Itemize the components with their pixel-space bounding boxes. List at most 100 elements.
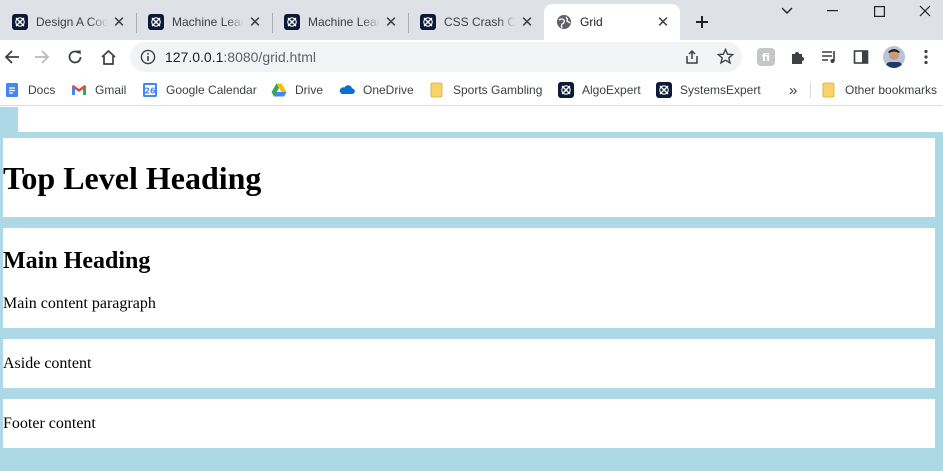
bookmarks-overflow-button[interactable]: »	[789, 80, 797, 100]
tab-title: Design A Code Editor	[36, 15, 108, 29]
bookmark-onedrive[interactable]: OneDrive	[339, 80, 414, 100]
star-icon[interactable]	[717, 48, 734, 65]
docs-icon	[6, 83, 18, 97]
bookmark-drive[interactable]: Drive	[271, 80, 323, 100]
bookmark-label: Drive	[295, 83, 324, 97]
algoexpert-icon	[148, 14, 164, 30]
back-button[interactable]	[0, 43, 26, 71]
info-icon[interactable]	[140, 49, 156, 65]
tab-machine-learning-2[interactable]: Machine Learning Expert ✕	[272, 4, 409, 40]
bookmark-systemsexpert[interactable]: SystemsExpert	[656, 80, 761, 100]
url-path: :8080/grid.html	[223, 49, 316, 65]
close-tab-icon[interactable]: ✕	[246, 13, 264, 31]
tab-grid[interactable]: Grid ✕	[544, 4, 680, 40]
plus-icon	[696, 16, 708, 28]
home-icon	[100, 49, 116, 65]
tab-css-crash-course[interactable]: CSS Crash Course ✕	[408, 4, 544, 40]
bookmark-label: SystemsExpert	[680, 83, 761, 97]
calendar-icon: 26	[143, 83, 157, 97]
bookmark-label: OneDrive	[363, 83, 414, 97]
maximize-button[interactable]	[862, 0, 896, 22]
bookmark-label: Gmail	[95, 83, 127, 97]
arrow-right-icon	[35, 50, 50, 64]
page-title: Top Level Heading	[3, 160, 262, 196]
tab-title: Grid	[580, 15, 603, 29]
onedrive-icon	[339, 85, 355, 94]
side-panel-button[interactable]	[847, 43, 875, 71]
bookmark-gmail[interactable]: Gmail	[71, 80, 126, 100]
profile-button[interactable]	[880, 43, 908, 71]
folder-icon	[430, 82, 443, 98]
main-cell: Main Heading Main content paragraph	[3, 228, 935, 328]
globe-icon	[557, 15, 571, 29]
tab-title: Machine Learning Expert	[308, 15, 380, 29]
algoexpert-icon	[420, 14, 436, 30]
folder-icon	[822, 82, 835, 98]
url-text[interactable]: 127.0.0.1:8080/grid.html	[165, 49, 316, 65]
grid-top-strip	[18, 107, 943, 132]
bookmark-docs[interactable]: Docs	[4, 80, 55, 100]
extension-button[interactable]: fi	[752, 43, 780, 71]
close-icon	[919, 5, 931, 17]
close-tab-icon[interactable]: ✕	[382, 13, 400, 31]
chevron-down-icon	[781, 7, 793, 14]
algoexpert-icon	[558, 82, 574, 98]
bookmark-google-calendar[interactable]: 26 Google Calendar	[142, 80, 257, 100]
drive-icon	[271, 83, 287, 97]
calendar-day: 26	[144, 87, 156, 96]
bookmark-label: AlgoExpert	[582, 83, 641, 97]
close-tab-icon[interactable]: ✕	[654, 13, 672, 31]
page-viewport: Top Level Heading Main Heading Main cont…	[0, 107, 943, 471]
bookmark-other-bookmarks[interactable]: Other bookmarks	[821, 80, 937, 100]
footer-cell: Footer content	[3, 399, 935, 448]
home-button[interactable]	[94, 43, 122, 71]
chrome-menu-button[interactable]	[912, 43, 940, 71]
avatar	[883, 46, 905, 68]
tab-title: CSS Crash Course	[444, 15, 516, 29]
chevron-double-right-icon: »	[789, 81, 798, 99]
extension-app-icon: fi	[757, 48, 775, 66]
systemsexpert-icon	[656, 82, 672, 98]
reading-list-button[interactable]	[815, 43, 843, 71]
header-cell: Top Level Heading	[3, 138, 935, 217]
tab-design-code-editor[interactable]: Design A Code Editor ✕	[0, 4, 137, 40]
reload-icon	[68, 50, 82, 64]
bookmark-algoexpert[interactable]: AlgoExpert	[558, 80, 641, 100]
bookmarks-divider	[810, 82, 811, 98]
arrow-left-icon	[4, 50, 19, 64]
footer-text: Footer content	[3, 415, 96, 432]
tab-machine-learning-1[interactable]: Machine Learning Expert ✕	[136, 4, 273, 40]
bookmark-label: Docs	[28, 83, 56, 97]
aside-text: Aside content	[3, 355, 92, 372]
side-panel-icon	[853, 50, 869, 64]
minimize-icon	[826, 10, 838, 12]
tab-search-button[interactable]	[772, 0, 802, 22]
aside-cell: Aside content	[3, 339, 935, 388]
minimize-button[interactable]	[816, 0, 848, 22]
address-bar[interactable]: 127.0.0.1:8080/grid.html	[130, 42, 742, 72]
close-tab-icon[interactable]: ✕	[110, 13, 128, 31]
browser-toolbar: 127.0.0.1:8080/grid.html fi	[0, 40, 943, 74]
puzzle-icon	[792, 52, 804, 64]
tab-strip: Design A Code Editor ✕ Machine Learning …	[0, 0, 943, 40]
bookmarks-bar: Docs Gmail 26 Google Calendar Drive OneD…	[0, 74, 943, 106]
new-tab-button[interactable]	[688, 8, 716, 36]
bookmark-label: Other bookmarks	[845, 83, 938, 97]
bookmark-folder-sports-gambling[interactable]: Sports Gambling	[429, 80, 542, 100]
reload-button[interactable]	[61, 43, 89, 71]
extensions-menu-button[interactable]	[784, 43, 812, 71]
svg-text:fi: fi	[762, 51, 770, 64]
close-window-button[interactable]	[908, 0, 942, 22]
bookmark-label: Sports Gambling	[453, 83, 543, 97]
share-icon[interactable]	[684, 49, 700, 65]
media-queue-icon	[822, 51, 835, 63]
forward-button[interactable]	[28, 43, 56, 71]
main-paragraph: Main content paragraph	[3, 295, 156, 312]
tab-title: Machine Learning Expert	[172, 15, 244, 29]
close-tab-icon[interactable]: ✕	[518, 13, 536, 31]
more-vertical-icon	[924, 49, 928, 65]
main-heading: Main Heading	[3, 248, 151, 274]
maximize-icon	[873, 5, 885, 17]
algoexpert-icon	[284, 14, 300, 30]
bookmark-label: Google Calendar	[166, 83, 257, 97]
